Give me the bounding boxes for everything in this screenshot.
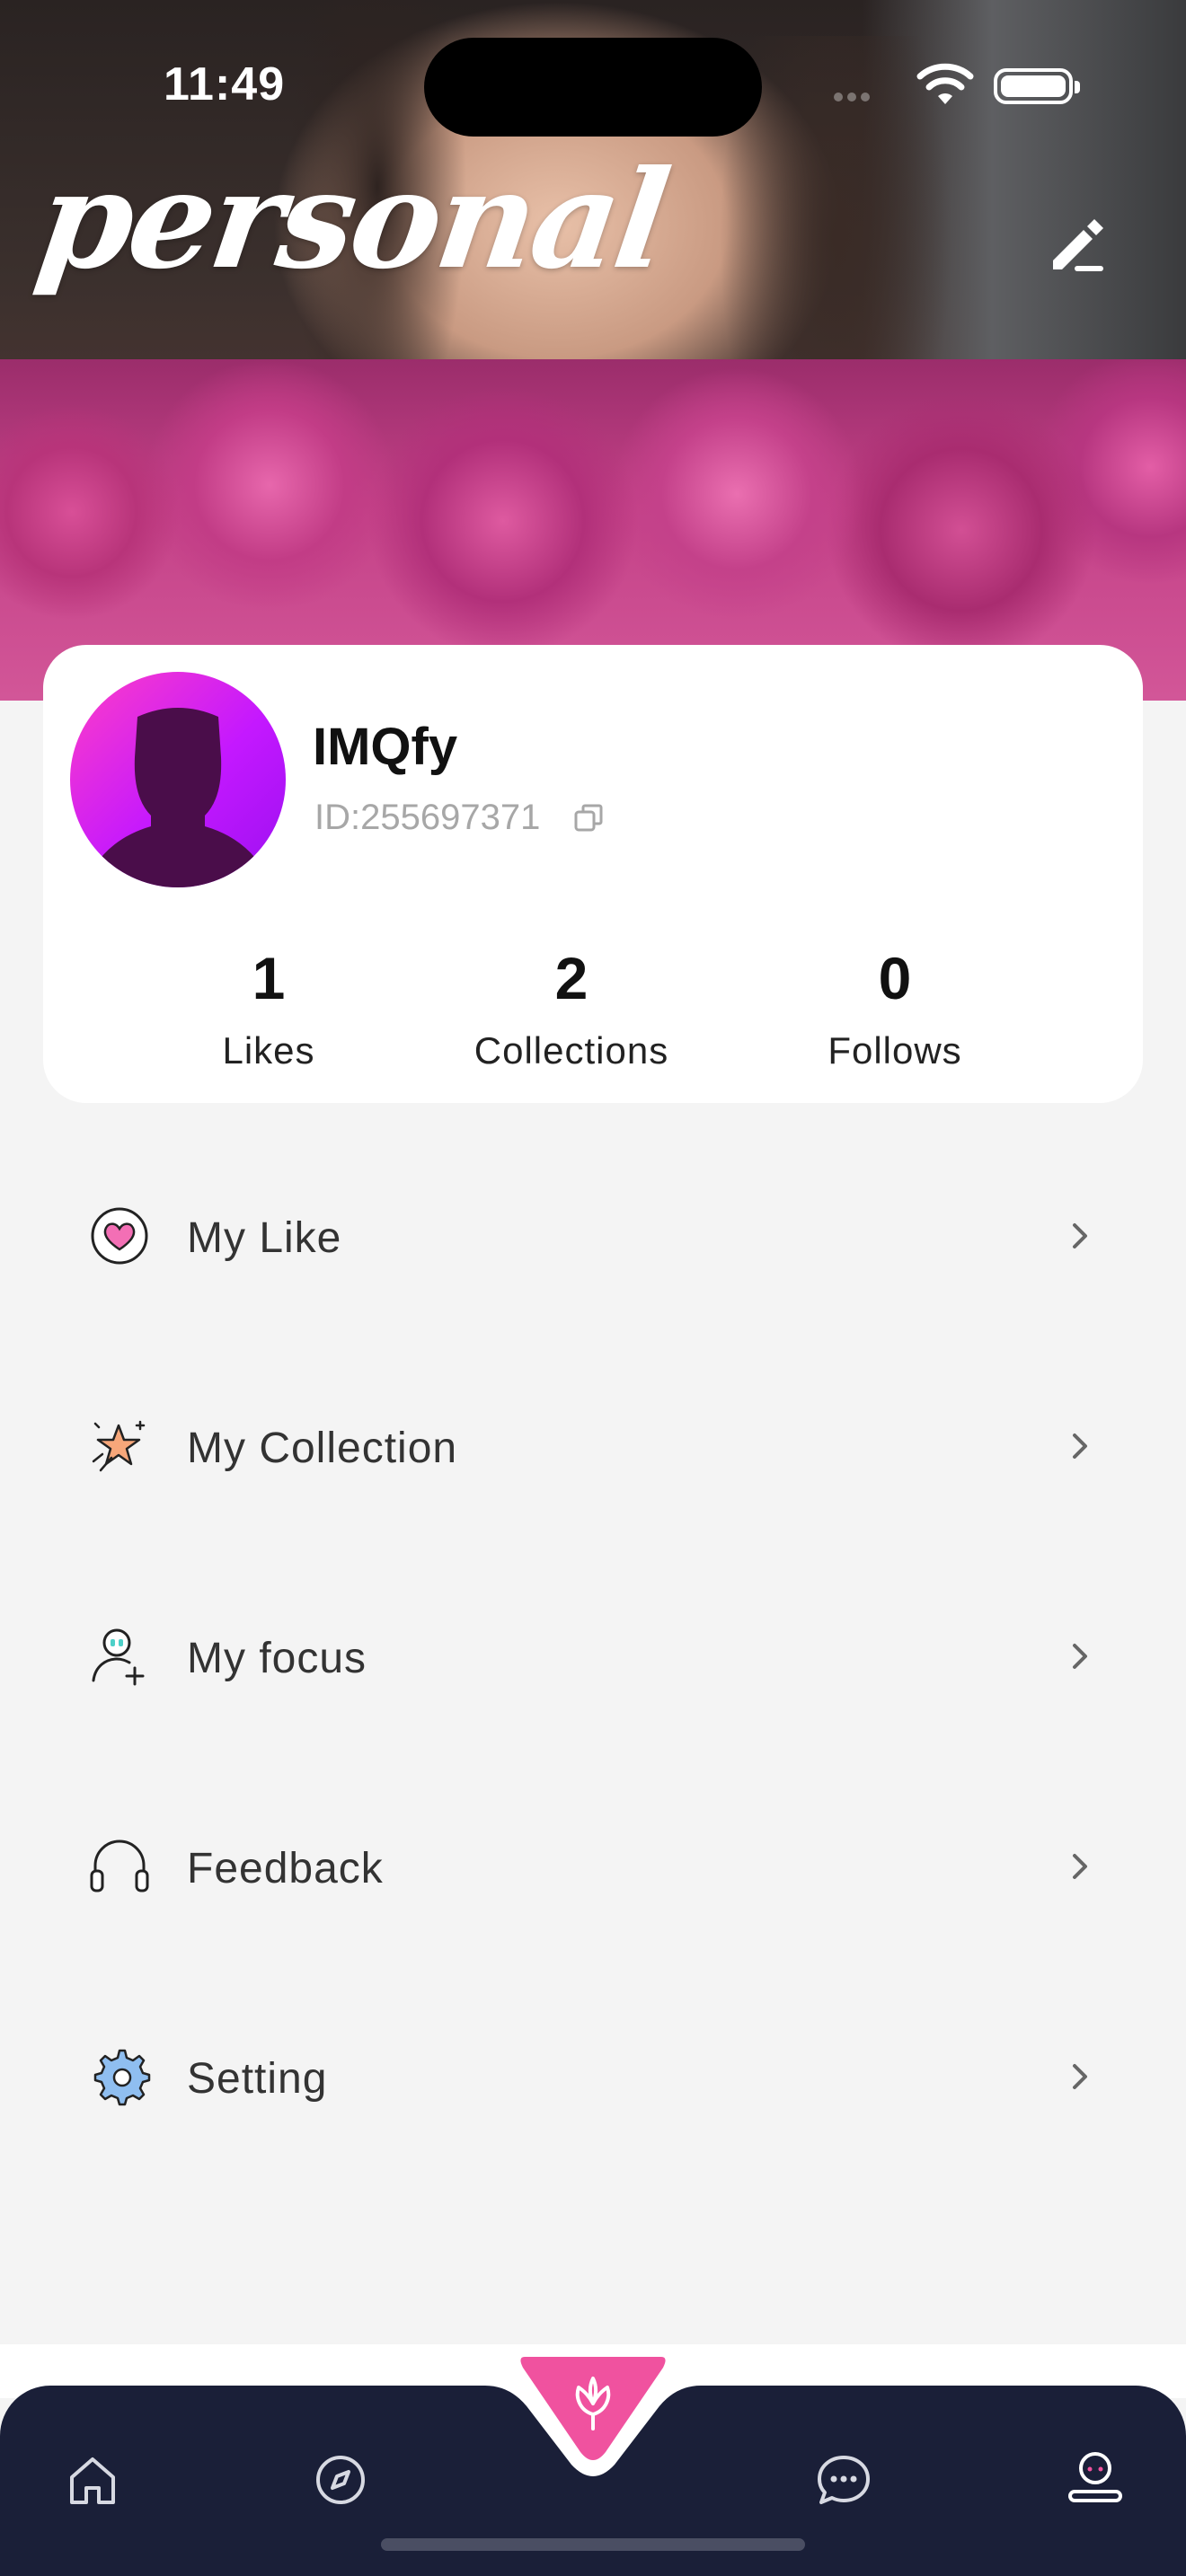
menu-item-setting[interactable]: Setting xyxy=(0,1972,1186,2182)
stat-value: 0 xyxy=(878,945,912,1011)
chevron-right-icon xyxy=(1073,1223,1087,1248)
menu-item-my-focus[interactable]: My focus xyxy=(0,1551,1186,1761)
home-icon[interactable] xyxy=(61,2448,124,2511)
headphones-icon xyxy=(90,1839,149,1892)
stat-value: 1 xyxy=(252,945,286,1011)
star-icon xyxy=(92,1420,146,1472)
chevron-right-icon xyxy=(1073,1854,1087,1879)
profile-icon[interactable] xyxy=(1064,2445,1127,2508)
menu-item-feedback[interactable]: Feedback xyxy=(0,1761,1186,1972)
battery-icon xyxy=(994,68,1080,104)
stat-label: Collections xyxy=(474,1029,669,1072)
user-add-icon xyxy=(92,1628,145,1686)
username: IMQfy xyxy=(313,718,458,776)
menu-item-label: My focus xyxy=(187,1635,367,1682)
heart-icon xyxy=(91,1207,148,1265)
stat-label: Follows xyxy=(828,1029,962,1072)
edit-icon[interactable] xyxy=(1042,208,1114,280)
center-action-button[interactable] xyxy=(516,2351,670,2463)
signal-icon xyxy=(834,90,874,106)
stat-value: 2 xyxy=(554,945,589,1011)
stat-collections[interactable]: 2 Collections xyxy=(428,948,715,1072)
stat-label: Likes xyxy=(222,1029,315,1072)
status-time: 11:49 xyxy=(164,58,286,110)
profile-card: IMQfy ID:255697371 1 Likes 2 Collections… xyxy=(43,645,1143,1103)
chevron-right-icon xyxy=(1073,2064,1087,2089)
menu-item-label: Feedback xyxy=(187,1845,384,1892)
home-indicator xyxy=(381,2538,805,2551)
chevron-right-icon xyxy=(1073,1644,1087,1669)
menu-item-my-like[interactable]: My Like xyxy=(0,1131,1186,1341)
dynamic-island xyxy=(424,38,762,137)
wifi-icon xyxy=(916,63,974,104)
menu-item-label: My Like xyxy=(187,1214,342,1262)
menu-item-label: My Collection xyxy=(187,1425,458,1472)
stat-follows[interactable]: 0 Follows xyxy=(751,948,1039,1072)
user-id: ID:255697371 xyxy=(314,798,541,837)
compass-icon[interactable] xyxy=(309,2448,372,2511)
chevron-right-icon xyxy=(1073,1434,1087,1459)
menu-item-my-collection[interactable]: My Collection xyxy=(0,1341,1186,1551)
page-title: personal xyxy=(28,141,676,299)
chat-icon[interactable] xyxy=(812,2448,875,2511)
stat-likes[interactable]: 1 Likes xyxy=(125,948,412,1072)
menu-item-label: Setting xyxy=(187,2055,328,2103)
gear-icon xyxy=(93,2049,151,2106)
avatar[interactable] xyxy=(70,672,286,887)
copy-icon[interactable] xyxy=(573,803,604,834)
user-silhouette-icon xyxy=(84,708,272,887)
